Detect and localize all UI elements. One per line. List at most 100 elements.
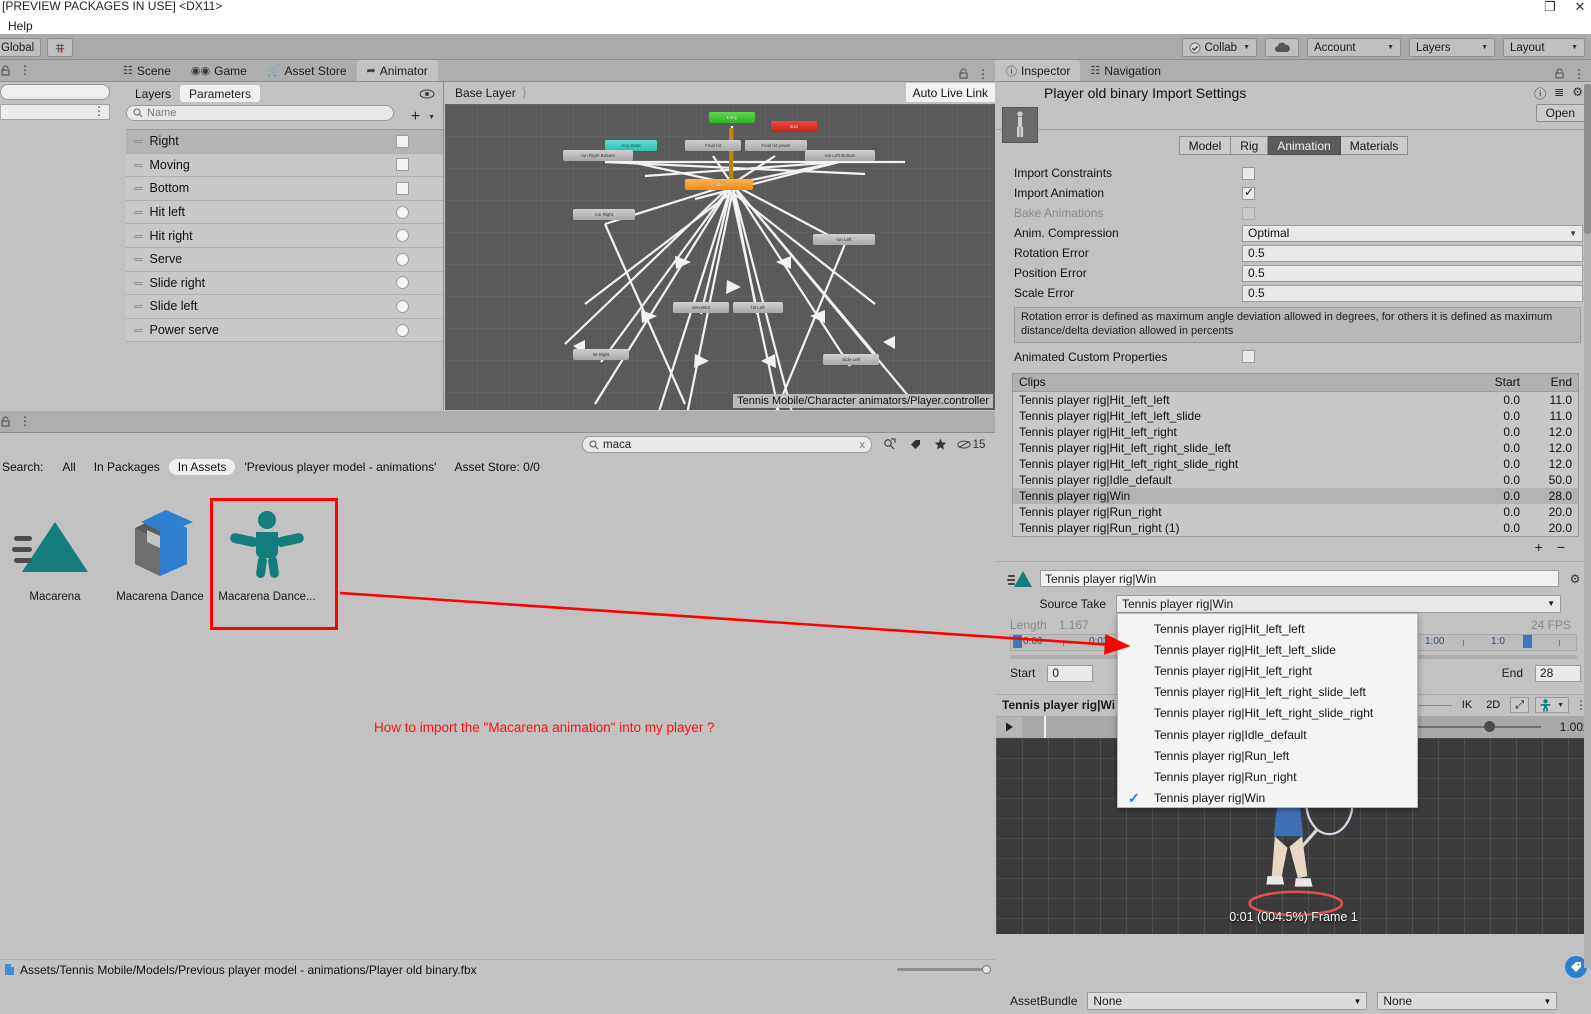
kebab-icon[interactable]: ⋮ (1573, 68, 1585, 80)
range-end-handle[interactable] (1523, 634, 1532, 648)
kebab-icon[interactable]: ⋮ (977, 68, 989, 80)
assetbundle-variant-dropdown[interactable]: None ▼ (1377, 992, 1558, 1010)
state-node[interactable]: run Right Bottom (563, 150, 633, 161)
state-node[interactable]: hit Right (573, 349, 629, 360)
filter-all[interactable]: All (53, 459, 84, 475)
filter-folder[interactable]: 'Previous player model - animations' (235, 459, 445, 475)
tab-materials[interactable]: Materials (1340, 136, 1409, 155)
hierarchy-search-input[interactable] (0, 84, 110, 100)
start-input[interactable]: 0 (1047, 664, 1094, 682)
remove-clip-button[interactable]: − (1557, 539, 1565, 555)
twod-toggle[interactable]: 2D (1482, 697, 1504, 713)
open-button[interactable]: Open (1535, 104, 1585, 122)
parameter-trigger[interactable] (396, 276, 409, 290)
parameter-trigger[interactable] (396, 229, 409, 243)
state-node[interactable]: Final hit power (745, 140, 807, 151)
zoom-slider-knob[interactable] (982, 965, 991, 974)
table-row[interactable]: Tennis player rig|Run_right 0.0 20.0 (1013, 504, 1578, 520)
parameter-row[interactable]: ═ Power serve (126, 318, 443, 343)
preview-play-button[interactable] (996, 716, 1022, 737)
lock-icon[interactable] (1554, 68, 1565, 79)
gear-icon[interactable]: ⚙ (1565, 572, 1585, 586)
account-button[interactable]: Account ▼ (1307, 38, 1401, 57)
layout-button[interactable]: Layout ▼ (1503, 38, 1585, 57)
parameter-row[interactable]: ═ Serve (126, 247, 443, 272)
kebab-icon[interactable]: ⋮ (93, 105, 105, 117)
restore-button[interactable]: ❐ (1543, 0, 1557, 14)
clear-search-icon[interactable]: x (860, 439, 866, 451)
menu-item[interactable]: Tennis player rig|Run_left (1118, 745, 1417, 766)
state-node[interactable]: Entry (709, 112, 755, 123)
drag-handle-icon[interactable]: ═ (134, 323, 142, 337)
search-by-type-icon[interactable] (878, 436, 900, 453)
table-row[interactable]: Tennis player rig|Win 0.0 28.0 (1013, 487, 1578, 504)
tab-scene[interactable]: ☷ Scene (113, 60, 181, 81)
menu-item[interactable]: Tennis player rig|Hit_left_right_slide_r… (1118, 703, 1417, 724)
tab-animation[interactable]: Animation (1268, 136, 1341, 155)
collab-button[interactable]: Collab ▼ (1182, 38, 1257, 57)
gear-icon[interactable]: ⚙ (1572, 85, 1583, 102)
layers-button[interactable]: Layers ▼ (1409, 38, 1495, 57)
menu-item[interactable]: Tennis player rig|Idle_default (1118, 724, 1417, 745)
filter-in-assets[interactable]: In Assets (168, 458, 236, 475)
tab-animator[interactable]: ➦ Animator (356, 60, 438, 81)
state-node[interactable]: run Left Bottom (805, 150, 875, 161)
grid-snap-icon[interactable]: 5 (47, 38, 74, 57)
state-node[interactable]: hit Left (733, 302, 783, 313)
menu-item-selected[interactable]: ✓ Tennis player rig|Win (1118, 788, 1417, 809)
import-constraints-checkbox[interactable] (1242, 166, 1255, 180)
avatar-icon[interactable]: ▼ (1535, 697, 1569, 713)
tab-inspector[interactable]: ⓘ Inspector (996, 60, 1081, 81)
parameter-trigger[interactable] (396, 299, 409, 313)
help-icon[interactable]: ⓘ (1534, 85, 1546, 102)
drag-handle-icon[interactable]: ═ (134, 181, 142, 195)
table-row[interactable]: Tennis player rig|Hit_left_left_slide 0.0… (1013, 408, 1578, 424)
table-row[interactable]: Tennis player rig|Hit_left_right_slide_l… (1013, 440, 1578, 456)
zoom-slider[interactable] (897, 968, 987, 971)
tab-game[interactable]: ◉◉ Game (181, 60, 257, 81)
state-node[interactable]: Final hit (685, 140, 741, 151)
table-row[interactable]: Tennis player rig|Hit_left_right 0.0 12.0 (1013, 424, 1578, 440)
position-error-input[interactable]: 0.5 (1242, 264, 1583, 282)
inspector-scrollbar-thumb[interactable] (1584, 84, 1591, 234)
parameter-row[interactable]: ═ Right (126, 130, 443, 154)
tab-asset-store[interactable]: 🛒 Asset Store (257, 60, 357, 81)
anim-compression-dropdown[interactable]: Optimal ▼ (1242, 224, 1583, 242)
preset-icon[interactable]: ≣ (1554, 85, 1564, 102)
parameter-row[interactable]: ═ Hit right (126, 224, 443, 248)
parameter-row[interactable]: ═ Hit left (126, 200, 443, 225)
state-node[interactable]: run Left (813, 234, 875, 245)
parameter-search-input[interactable]: Name (126, 105, 394, 121)
tab-layers[interactable]: Layers (126, 85, 180, 102)
pivot-icon[interactable]: ⤢ (1510, 697, 1530, 713)
kebab-icon[interactable]: ⋮ (19, 415, 31, 427)
asset-grid[interactable]: Macarena Macarena Dance Macarena Dance..… (0, 498, 995, 959)
drag-handle-icon[interactable]: ═ (134, 205, 142, 219)
scale-error-input[interactable]: 0.5 (1242, 284, 1583, 302)
tab-model[interactable]: Model (1178, 136, 1232, 155)
speed-slider-knob[interactable] (1484, 721, 1495, 732)
state-node[interactable]: serveBot (673, 302, 729, 313)
table-row[interactable]: Tennis player rig|Run_right (1) 0.0 20.0 (1013, 520, 1578, 536)
animated-custom-properties-checkbox[interactable] (1242, 350, 1255, 363)
speed-slider[interactable] (1411, 725, 1541, 728)
breadcrumb[interactable]: Base Layer (445, 86, 516, 100)
auto-live-link-toggle[interactable]: Auto Live Link (905, 83, 995, 102)
animator-state-graph[interactable]: Entry Exit Any State Final hit Final hit… (445, 104, 995, 410)
range-start-handle[interactable] (1013, 634, 1022, 648)
parameter-row[interactable]: ═ Slide left (126, 295, 443, 319)
pivot-global-toggle[interactable]: Global (0, 38, 42, 57)
hierarchy-row[interactable]: ⋮ (0, 104, 110, 120)
parameter-checkbox[interactable] (396, 158, 409, 172)
drag-handle-icon[interactable]: ═ (134, 134, 142, 148)
add-parameter-button[interactable]: + ▼ (411, 108, 435, 126)
menu-item[interactable]: Tennis player rig|Hit_left_left (1118, 618, 1417, 639)
table-row[interactable]: Tennis player rig|Hit_left_right_slide_r… (1013, 456, 1578, 472)
parameter-row[interactable]: ═ Moving (126, 153, 443, 178)
drag-handle-icon[interactable]: ═ (134, 252, 142, 266)
rotation-error-input[interactable]: 0.5 (1242, 244, 1583, 262)
search-by-label-icon[interactable] (904, 436, 926, 453)
tab-parameters[interactable]: Parameters (180, 85, 261, 102)
tab-navigation[interactable]: ☷ Navigation (1080, 60, 1171, 81)
kebab-icon[interactable]: ⋮ (19, 64, 31, 76)
